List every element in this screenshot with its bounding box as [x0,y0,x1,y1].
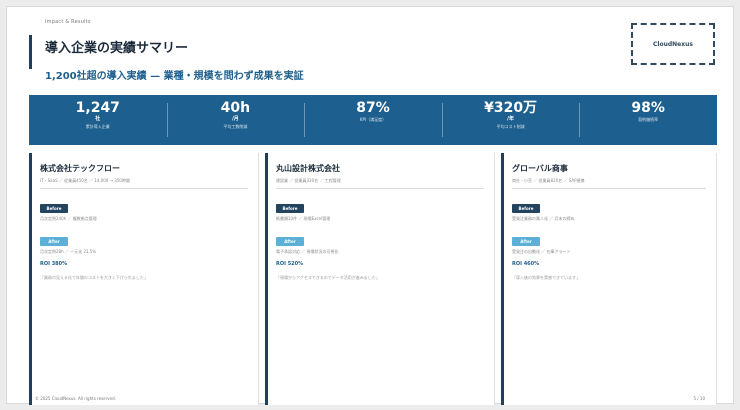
case-card-techflow: 株式会社テックフロー IT・SaaS ／ 従業員450名 ／ 14,000 → … [29,153,259,405]
stat-customers: 1,247 社 累計導入企業 [29,95,167,145]
company-name: 丸山設計株式会社 [276,164,340,173]
before-text: 月次定例240h ／ 複数拠点管理 [40,216,97,221]
case-card-global: グローバル商事 商社・小売 ／ 従業員820名 ／ SAP連携 Before 受… [501,153,717,405]
page-title: 導入企業の実績サマリー [45,41,189,56]
customer-quote: 「導入後の効果を実感できています」 [512,275,580,280]
eyebrow-label: Impact & Results [45,19,91,25]
stat-cost: ¥320万 /年 平均コスト削減 [441,95,580,145]
footer-page-number: 5 / 10 [693,396,705,401]
title-accent-bar [29,35,32,69]
after-text: 電子承認対応 ／ 現場状況の可視化 [276,249,339,254]
company-name: グローバル商事 [512,164,568,173]
stat-retention: 98% 契約継続率 [579,95,717,145]
stat-value: ¥320万 [484,100,538,116]
case-card-maruyama: 丸山設計株式会社 建設業 ／ 従業員320名 ／ 工程管理 Before 紙書類… [265,153,495,405]
before-badge: Before [40,204,68,213]
stat-unit: /年 [507,116,514,122]
stat-label: 平均コスト削減 [496,124,525,129]
logo: CloudNexus [631,23,715,65]
stat-value: 87% [356,100,390,116]
roi-value: ROI 380% [40,261,68,267]
page-subtitle: 1,200社超の導入実績 — 業種・規模を問わず成果を実証 [45,71,304,82]
roi-value: ROI 460% [512,261,540,267]
before-text: 受発注業務の属人化 ／ 月末の締め [512,216,575,221]
stats-band: 1,247 社 累計導入企業 40h /月 平均工数削減 87% KPI（満足度… [29,95,717,145]
customer-quote: 「現場からアクセスできるのでデータ活用が進みました」 [276,275,380,280]
stat-label: 契約継続率 [638,117,659,122]
customer-quote: 「業務の見える化で年間のコストを大きく下げられました」 [40,275,148,280]
stat-label: 平均工数削減 [223,124,248,129]
after-text: 受発注の自動化 ／ 在庫アラート [512,249,571,254]
case-study-cards: 株式会社テックフロー IT・SaaS ／ 従業員450名 ／ 14,000 → … [29,153,717,405]
before-badge: Before [512,204,540,213]
stat-value: 98% [631,100,665,116]
company-meta: IT・SaaS ／ 従業員450名 ／ 14,000 → 350時間 [40,178,248,189]
after-badge: After [276,237,304,246]
stat-value: 40h [220,100,251,116]
before-badge: Before [276,204,304,213]
stat-value: 1,247 [75,100,120,116]
slide: Impact & Results 導入企業の実績サマリー 1,200社超の導入実… [6,6,734,405]
stat-unit: /月 [231,116,239,122]
stat-label: KPI（満足度） [359,117,387,122]
stat-unit: 社 [95,116,101,122]
company-name: 株式会社テックフロー [40,164,120,173]
stat-label: 累計導入企業 [85,124,110,129]
after-badge: After [40,237,68,246]
roi-value: ROI 520% [276,261,304,267]
after-badge: After [512,237,540,246]
logo-text: CloudNexus [653,40,693,48]
stat-hours: 40h /月 平均工数削減 [166,95,305,145]
stat-satisfaction: 87% KPI（満足度） [304,95,442,145]
company-meta: 商社・小売 ／ 従業員820名 ／ SAP連携 [512,178,706,189]
before-text: 紙書類10件 ／ 現場Excel管理 [276,216,331,221]
footer-copyright: © 2025 CloudNexus. All rights reserved. [35,396,116,401]
after-text: 月次定例28h ／ 一元化 21.5% [40,249,97,254]
company-meta: 建設業 ／ 従業員320名 ／ 工程管理 [276,178,484,189]
